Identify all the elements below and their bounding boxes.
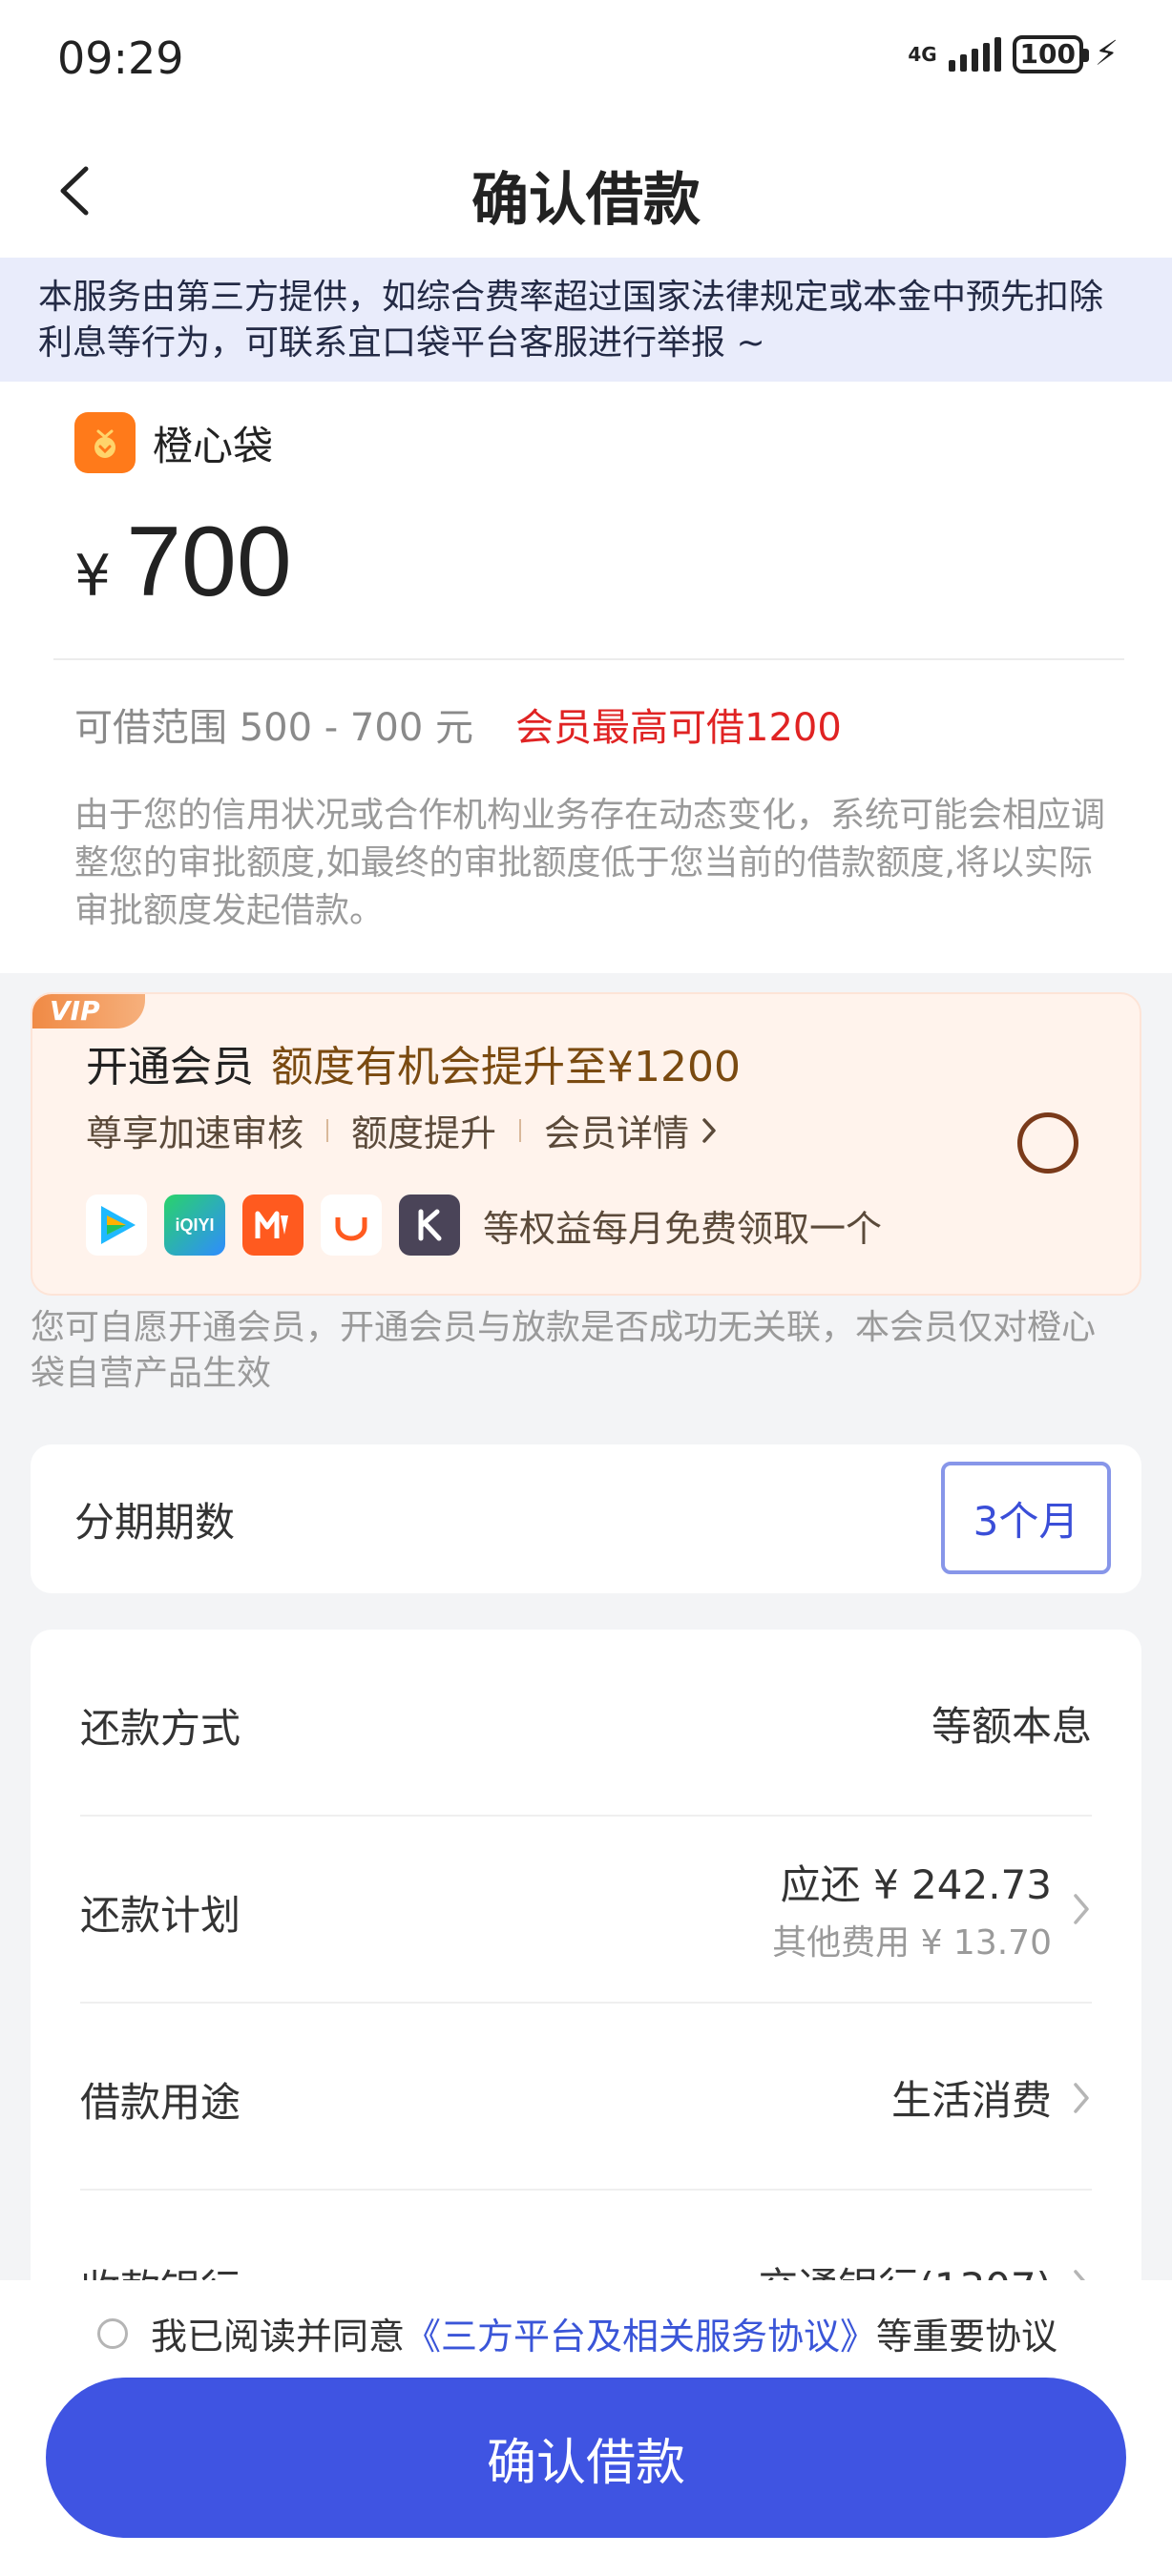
charging-icon: ⚡ xyxy=(1094,34,1119,73)
loan-purpose-value-wrap: 生活消费 xyxy=(891,2068,1092,2127)
mango-tv-icon xyxy=(242,1195,303,1256)
benefit-limit-increase: 额度提升 xyxy=(351,1112,497,1154)
agreement-link[interactable]: 《三方平台及相关服务协议》 xyxy=(405,2307,876,2359)
bottom-action-bar: 我已阅读并同意 《三方平台及相关服务协议》 等重要协议 确认借款 xyxy=(0,2280,1172,2576)
repay-method-label: 还款方式 xyxy=(80,1705,241,1752)
other-fees: 其他费用 ¥ 13.70 xyxy=(772,1923,1052,1963)
period-label: 分期期数 xyxy=(74,1499,236,1546)
loan-purpose-value: 生活消费 xyxy=(890,2077,1052,2124)
loan-range: 可借范围 500 - 700 元 xyxy=(74,706,473,750)
vip-badge: VIP xyxy=(32,994,145,1028)
separator xyxy=(519,1118,522,1142)
loan-purpose-row[interactable]: 借款用途 生活消费 xyxy=(80,2004,1092,2191)
separator xyxy=(326,1118,329,1142)
apps-benefit-text: 等权益每月免费领取一个 xyxy=(483,1207,883,1250)
repay-plan-label: 还款计划 xyxy=(80,1892,241,1939)
member-details-link[interactable]: 会员详情 xyxy=(544,1104,718,1156)
repay-amount: 应还 ¥ 242.73 xyxy=(780,1861,1052,1908)
credit-description: 由于您的信用状况或合作机构业务存在动态变化，系统可能会相应调整您的审批额度,如最… xyxy=(74,796,1106,930)
status-bar: 09:29 4G 100 ⚡ xyxy=(0,0,1172,119)
member-max-amount: 会员最高可借1200 xyxy=(515,706,842,750)
product-info: 橙心袋 xyxy=(74,412,273,473)
vip-benefits: 尊享加速审核 额度提升 会员详情 xyxy=(86,1104,718,1156)
vip-title-prefix: 开通会员 xyxy=(86,1043,254,1091)
agreement-checkbox[interactable] xyxy=(97,2317,128,2349)
vip-membership-card[interactable]: VIP 开通会员 额度有机会提升至¥1200 尊享加速审核 额度提升 会员详情 … xyxy=(31,992,1141,1296)
network-type: 4G xyxy=(908,42,937,66)
amount-value: 700 xyxy=(126,507,292,617)
agreement-row: 我已阅读并同意 《三方平台及相关服务协议》 等重要协议 xyxy=(97,2307,1057,2359)
chevron-right-icon xyxy=(1074,1893,1089,1924)
repay-plan-value: 应还 ¥ 242.73 其他费用 ¥ 13.70 xyxy=(772,1853,1092,1964)
vip-select-radio[interactable] xyxy=(1017,1112,1078,1174)
vip-title-highlight: 额度有机会提升至¥1200 xyxy=(271,1043,741,1091)
iqiyi-icon: iQIYI xyxy=(164,1195,225,1256)
benefit-fast-review: 尊享加速审核 xyxy=(86,1112,304,1154)
repay-plan-row[interactable]: 还款计划 应还 ¥ 242.73 其他费用 ¥ 13.70 xyxy=(80,1817,1092,2004)
member-details-label: 会员详情 xyxy=(544,1112,690,1154)
loan-card: 橙心袋 ¥ 700 可借范围 500 - 700 元 会员最高可借1200 由于… xyxy=(0,382,1172,973)
repay-method-value-wrap: 等额本息 xyxy=(931,1694,1092,1753)
keep-icon xyxy=(399,1195,460,1256)
loan-amount[interactable]: ¥ 700 xyxy=(74,506,292,619)
page-title: 确认借款 xyxy=(471,167,701,234)
installment-period-card: 分期期数 3个月 xyxy=(31,1444,1141,1593)
confirm-loan-button[interactable]: 确认借款 xyxy=(46,2378,1126,2538)
youku-icon xyxy=(321,1195,382,1256)
battery-icon: 100 xyxy=(1012,34,1089,73)
partner-apps: iQIYI 等权益每月免费领取一个 xyxy=(86,1195,882,1256)
product-logo xyxy=(74,412,136,473)
service-notice: 本服务由第三方提供，如综合费率超过国家法律规定或本金中预先扣除利息等行为，可联系… xyxy=(0,258,1172,382)
loan-details-card: 还款方式 等额本息 还款计划 应还 ¥ 242.73 其他费用 ¥ 13.70 … xyxy=(31,1630,1141,2297)
nav-bar: 确认借款 xyxy=(0,119,1172,258)
status-indicators: 4G 100 ⚡ xyxy=(908,34,1119,73)
chevron-right-icon xyxy=(702,1117,716,1143)
signal-icon xyxy=(948,36,1001,72)
period-option-3-months[interactable]: 3个月 xyxy=(941,1462,1111,1574)
vip-disclaimer: 您可自愿开通会员，开通会员与放款是否成功无关联，本会员仅对橙心袋自营产品生效 xyxy=(31,1308,1097,1393)
orange-bag-icon xyxy=(94,429,115,458)
agreement-prefix: 我已阅读并同意 xyxy=(151,2316,406,2358)
repay-plan-texts: 应还 ¥ 242.73 其他费用 ¥ 13.70 xyxy=(772,1853,1052,1964)
chevron-right-icon xyxy=(1074,2082,1089,2113)
tencent-video-icon xyxy=(86,1195,147,1256)
agreement-suffix: 等重要协议 xyxy=(876,2316,1058,2358)
product-name: 橙心袋 xyxy=(153,422,274,469)
status-time: 09:29 xyxy=(57,32,184,84)
vip-title: 开通会员 额度有机会提升至¥1200 xyxy=(86,1032,741,1093)
currency-symbol: ¥ xyxy=(74,543,112,610)
loan-purpose-label: 借款用途 xyxy=(80,2079,241,2126)
divider xyxy=(53,658,1124,660)
battery-level: 100 xyxy=(1019,38,1076,70)
repay-method-value: 等额本息 xyxy=(931,1703,1092,1750)
repay-method-row: 还款方式 等额本息 xyxy=(80,1630,1092,1817)
range-row: 可借范围 500 - 700 元 会员最高可借1200 xyxy=(74,696,842,752)
